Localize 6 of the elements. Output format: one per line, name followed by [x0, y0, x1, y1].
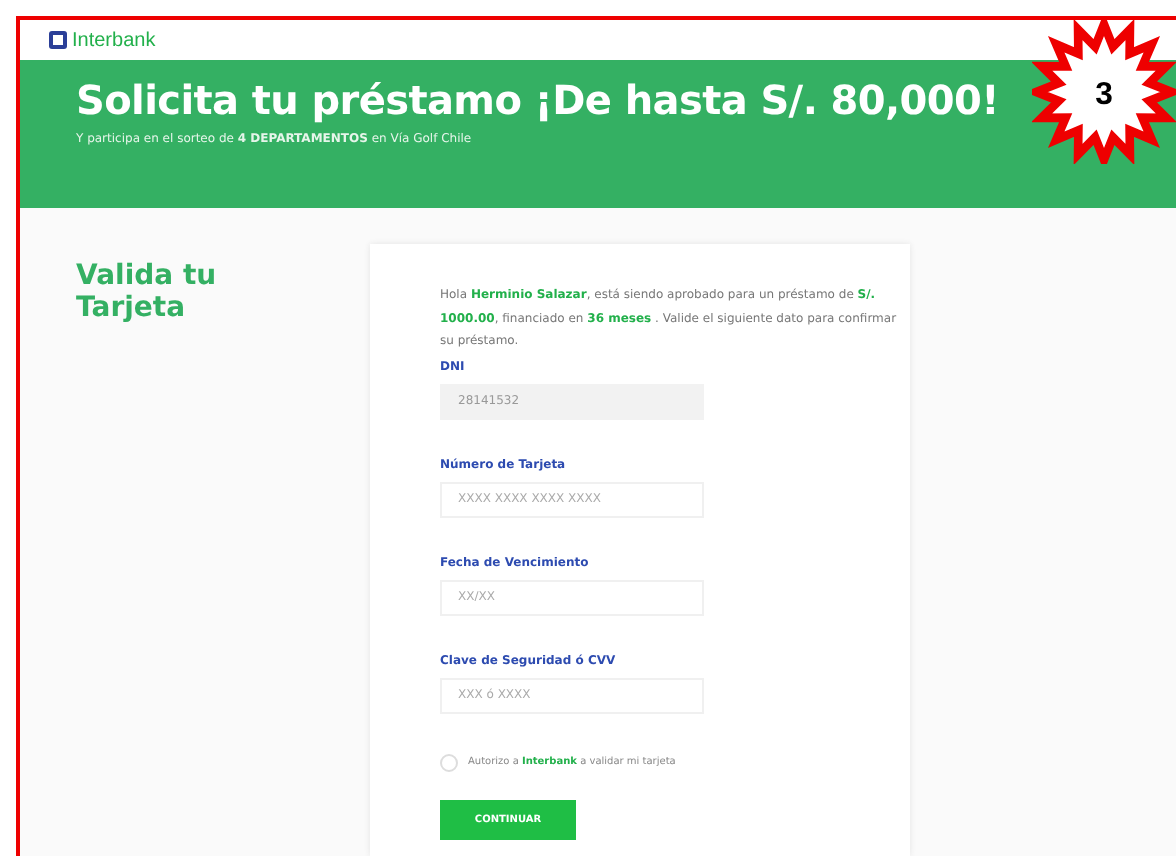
banner-title: Solicita tu préstamo ¡De hasta S/. 80,000!	[76, 76, 999, 124]
section-heading: Valida tu Tarjeta	[76, 260, 219, 324]
brand-name: Interbank	[72, 29, 156, 51]
checkbox[interactable]	[440, 753, 458, 771]
logo-icon	[48, 30, 68, 50]
starburst-badge: 3	[1032, 20, 1176, 164]
